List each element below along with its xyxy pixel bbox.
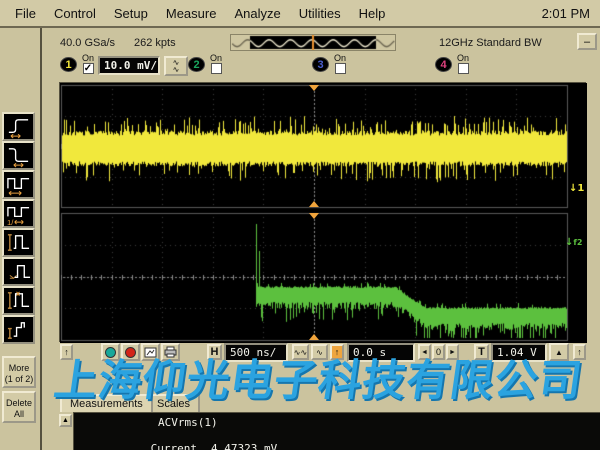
minimize-button[interactable]: – bbox=[577, 33, 597, 50]
print-icon bbox=[164, 346, 177, 358]
trigger-button[interactable]: T bbox=[474, 344, 489, 360]
preview-waveform bbox=[231, 35, 395, 50]
vmax-icon bbox=[4, 288, 33, 313]
more-label-line1: More bbox=[9, 363, 30, 373]
channel-1-on-toggle: On ✓ bbox=[80, 54, 96, 74]
expand-right-button[interactable]: ↑ bbox=[573, 344, 586, 360]
timebase-zoom-out-button[interactable]: ∿∿ bbox=[292, 344, 309, 360]
svg-text:1/: 1/ bbox=[7, 218, 14, 226]
measurement-results-panel: ACVrms(1) Current4.47323 mV Mean4.47356 … bbox=[73, 412, 600, 450]
menu-setup[interactable]: Setup bbox=[105, 2, 157, 25]
menu-help[interactable]: Help bbox=[350, 2, 395, 25]
measure-vpp-button[interactable] bbox=[2, 228, 35, 257]
channel-2-on-label: On bbox=[208, 54, 224, 63]
function-2-marker-label: f2 bbox=[573, 238, 582, 247]
overshoot-icon bbox=[4, 259, 33, 284]
delete-all-line2: All bbox=[14, 409, 24, 419]
oscilloscope-screen: File Control Setup Measure Analyze Utili… bbox=[0, 0, 600, 450]
menu-analyze[interactable]: Analyze bbox=[225, 2, 289, 25]
channel-4-on-label: On bbox=[455, 54, 471, 63]
channel-1-button[interactable]: 1 bbox=[60, 57, 77, 72]
channel-3-button[interactable]: 3 bbox=[312, 57, 329, 72]
print-button[interactable] bbox=[161, 343, 180, 361]
trigger-time-marker-top-grid2[interactable] bbox=[309, 213, 319, 219]
channel-2-checkbox[interactable] bbox=[211, 63, 222, 74]
graticule-canvas bbox=[60, 83, 587, 343]
measure-rise-time-button[interactable] bbox=[2, 112, 35, 141]
tab-scales[interactable]: Scales bbox=[147, 394, 200, 412]
vpp-icon bbox=[4, 230, 33, 255]
frequency-icon: 1/ bbox=[4, 201, 33, 226]
channel-2-on-toggle: On bbox=[208, 54, 224, 74]
menu-utilities[interactable]: Utilities bbox=[290, 2, 350, 25]
measure-period-button[interactable] bbox=[2, 170, 35, 199]
measurement-header: ACVrms(1) bbox=[158, 416, 458, 429]
expand-left-button[interactable]: ↑ bbox=[60, 344, 73, 360]
channel-1-ground-marker[interactable]: ↓1 bbox=[569, 183, 584, 194]
trigger-time-marker-bottom-grid2[interactable] bbox=[309, 334, 319, 340]
coupling-dc-icon: ∿ bbox=[173, 65, 180, 74]
period-icon bbox=[4, 172, 33, 197]
channel-1-coupling-button[interactable]: ∿ ∿ bbox=[164, 56, 188, 76]
channel-1-on-label: On bbox=[80, 54, 96, 63]
stop-button[interactable] bbox=[121, 343, 140, 361]
position-zero-button[interactable]: 0 bbox=[432, 344, 445, 360]
channel-3-on-label: On bbox=[332, 54, 348, 63]
menu-measure[interactable]: Measure bbox=[157, 2, 226, 25]
scroll-up-button[interactable]: ▲ bbox=[59, 414, 72, 427]
channel-1-checkbox[interactable]: ✓ bbox=[83, 63, 94, 74]
channel-4-button[interactable]: 4 bbox=[435, 57, 452, 72]
measurement-row-mean: Mean4.47356 mV bbox=[82, 442, 382, 450]
measure-vmax-button[interactable] bbox=[2, 286, 35, 315]
trigger-position-button[interactable]: ↑ bbox=[330, 344, 344, 360]
memory-depth: 262 kpts bbox=[134, 37, 176, 49]
position-right-button[interactable]: ► bbox=[446, 344, 459, 360]
menu-control[interactable]: Control bbox=[45, 2, 105, 25]
fall-time-icon bbox=[4, 143, 33, 168]
channel-1-marker-label: 1 bbox=[577, 183, 584, 194]
delete-all-line1: Delete bbox=[6, 398, 32, 408]
trigger-level-spin-up-button[interactable]: ▲ bbox=[549, 343, 569, 361]
run-button[interactable] bbox=[101, 343, 120, 361]
timebase-scale-display[interactable]: 500 ns/ bbox=[224, 343, 288, 362]
trigger-level-display[interactable]: 1.04 V bbox=[491, 343, 547, 362]
trigger-time-marker-bottom-grid1[interactable] bbox=[309, 201, 319, 207]
menu-bar: File Control Setup Measure Analyze Utili… bbox=[0, 0, 600, 28]
function-2-marker[interactable]: ↓f2 bbox=[565, 237, 582, 248]
sample-rate: 40.0 GSa/s bbox=[60, 37, 115, 49]
clear-display-button[interactable] bbox=[141, 343, 160, 361]
clear-display-icon bbox=[144, 347, 157, 358]
timebase-zoom-in-button[interactable]: ∿ bbox=[311, 344, 328, 360]
tab-measurements[interactable]: Measurements bbox=[60, 394, 153, 412]
run-icon bbox=[105, 347, 116, 358]
menu-file[interactable]: File bbox=[6, 2, 45, 25]
channel-3-on-toggle: On bbox=[332, 54, 348, 74]
trigger-time-marker-top-grid1[interactable] bbox=[309, 85, 319, 91]
channel-4-on-toggle: On bbox=[455, 54, 471, 74]
acquisition-preview-strip[interactable] bbox=[230, 34, 396, 51]
more-measurements-button[interactable]: More (1 of 2) bbox=[2, 356, 36, 388]
channel-3-checkbox[interactable] bbox=[335, 63, 346, 74]
channel-2-button[interactable]: 2 bbox=[188, 57, 205, 72]
rise-time-icon bbox=[4, 114, 33, 139]
vmin-icon bbox=[4, 317, 33, 342]
measure-sidebar: 1/ More (1 of 2) Delete All bbox=[0, 28, 40, 450]
clock: 2:01 PM bbox=[542, 6, 594, 21]
more-label-line2: (1 of 2) bbox=[5, 374, 34, 384]
stop-icon bbox=[125, 347, 136, 358]
main-panel: 40.0 GSa/s 262 kpts 12GHz Standard BW – … bbox=[40, 28, 600, 450]
channel-1-scale-display[interactable]: 10.0 mV/ bbox=[98, 56, 160, 75]
horizontal-button[interactable]: H bbox=[207, 344, 222, 360]
channel-4-checkbox[interactable] bbox=[458, 63, 469, 74]
delete-all-button[interactable]: Delete All bbox=[2, 391, 36, 423]
measurement-scrollbar: ▲ ▼ bbox=[59, 412, 73, 450]
waveform-display: ↓1 ↓f2 bbox=[59, 82, 586, 342]
measure-fall-time-button[interactable] bbox=[2, 141, 35, 170]
position-left-button[interactable]: ◄ bbox=[418, 344, 431, 360]
bandwidth-label: 12GHz Standard BW bbox=[439, 37, 542, 49]
timebase-position-display[interactable]: 0.0 s bbox=[347, 343, 415, 362]
measure-vmin-button[interactable] bbox=[2, 315, 35, 344]
measure-frequency-button[interactable]: 1/ bbox=[2, 199, 35, 228]
measure-overshoot-button[interactable] bbox=[2, 257, 35, 286]
